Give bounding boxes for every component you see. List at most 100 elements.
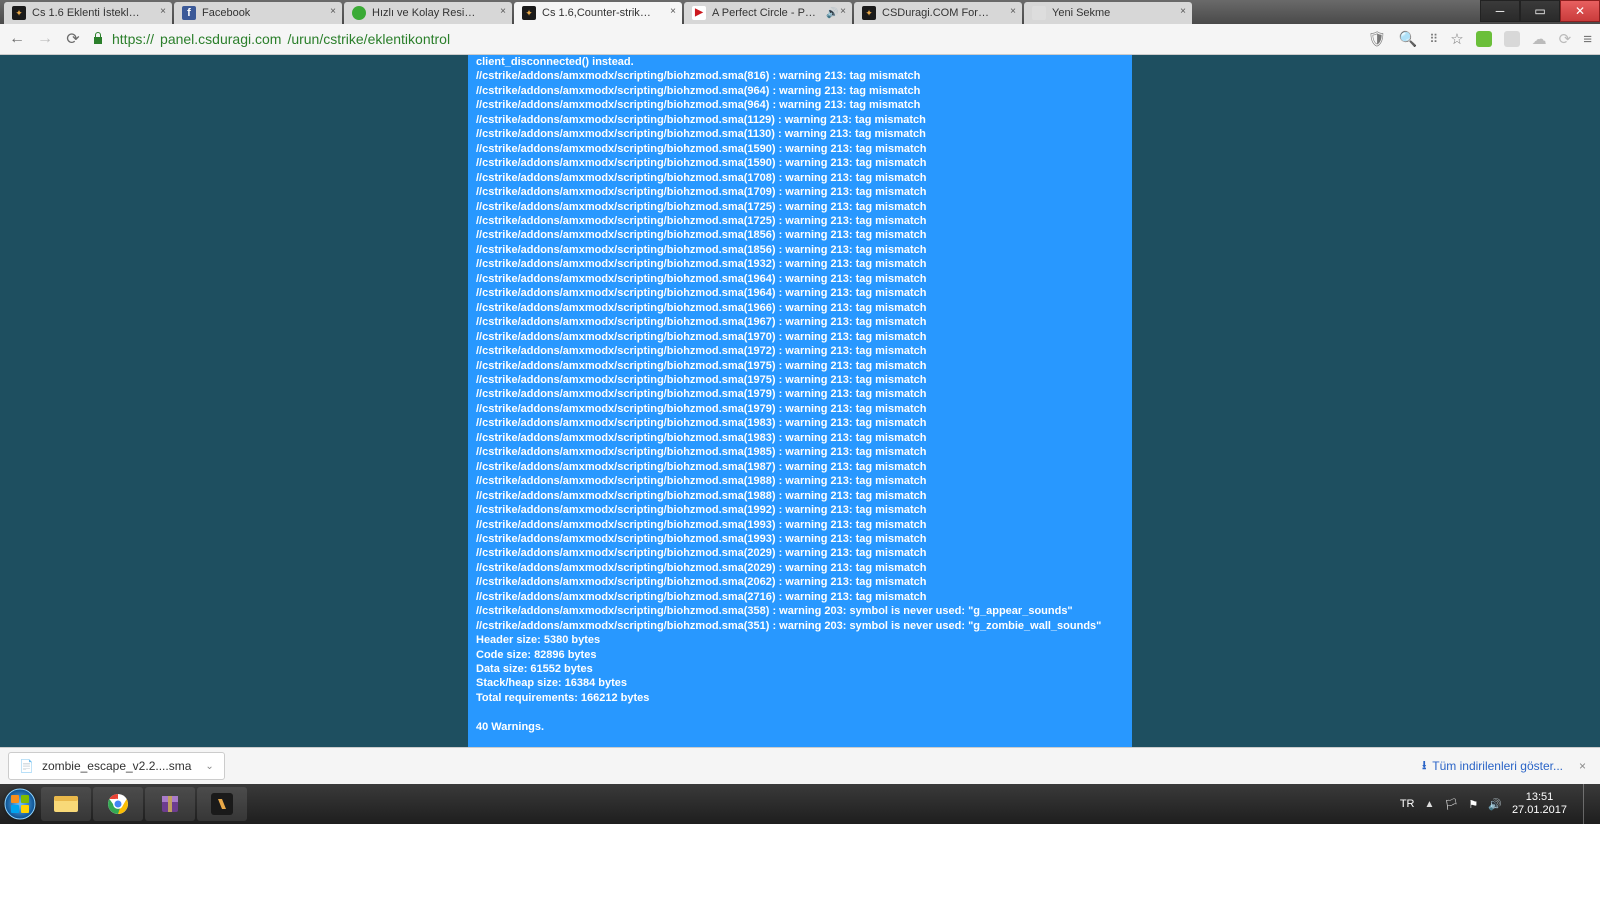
extension-generic-icon[interactable] bbox=[1504, 31, 1520, 47]
reload-button[interactable]: ⟳ bbox=[64, 29, 82, 49]
tab-close-button[interactable]: × bbox=[1180, 6, 1186, 17]
search-icon[interactable]: 🔍 bbox=[1399, 30, 1418, 48]
log-unused-line: //cstrike/addons/amxmodx/scripting/biohz… bbox=[476, 619, 1124, 633]
extension-idm-icon[interactable] bbox=[1476, 31, 1492, 47]
tray-volume-icon[interactable]: 🔊 bbox=[1488, 798, 1502, 811]
extension-cloud-icon[interactable]: ☁ bbox=[1532, 30, 1547, 48]
tray-language[interactable]: TR bbox=[1400, 798, 1415, 810]
log-warning-line: //cstrike/addons/amxmodx/scripting/biohz… bbox=[476, 445, 1124, 459]
log-size-line: Code size: 82896 bytes bbox=[476, 648, 1124, 662]
tab-close-button[interactable]: × bbox=[1010, 6, 1016, 17]
taskbar-chrome-icon[interactable] bbox=[93, 787, 143, 821]
lock-icon bbox=[92, 31, 106, 48]
tray-show-hidden-icon[interactable]: ▲ bbox=[1424, 799, 1434, 810]
window-maximize-button[interactable]: ▭ bbox=[1520, 0, 1560, 22]
tab-favicon: ✦ bbox=[522, 6, 536, 20]
log-warning-line: //cstrike/addons/amxmodx/scripting/biohz… bbox=[476, 257, 1124, 271]
log-warning-line: //cstrike/addons/amxmodx/scripting/biohz… bbox=[476, 98, 1124, 112]
tab-title: Yeni Sekme bbox=[1052, 7, 1110, 19]
star-icon[interactable]: ☆ bbox=[1450, 30, 1463, 48]
tab-title: A Perfect Circle - Passi bbox=[712, 7, 822, 19]
tray-flag-icon[interactable]: 🏳 bbox=[1444, 798, 1458, 811]
window-close-button[interactable]: ✕ bbox=[1560, 0, 1600, 22]
download-filename: zombie_escape_v2.2....sma bbox=[42, 759, 191, 773]
log-warning-line: //cstrike/addons/amxmodx/scripting/biohz… bbox=[476, 518, 1124, 532]
tab-favicon bbox=[352, 6, 366, 20]
log-warning-line: //cstrike/addons/amxmodx/scripting/biohz… bbox=[476, 301, 1124, 315]
log-warning-line: //cstrike/addons/amxmodx/scripting/biohz… bbox=[476, 460, 1124, 474]
log-warning-line: //cstrike/addons/amxmodx/scripting/biohz… bbox=[476, 416, 1124, 430]
browser-tab[interactable]: ✦ Cs 1.6,Counter-strike 1.6,C × bbox=[514, 2, 682, 24]
window-minimize-button[interactable]: ─ bbox=[1480, 0, 1520, 22]
browser-tab[interactable]: Yeni Sekme × bbox=[1024, 2, 1192, 24]
close-shelf-button[interactable]: × bbox=[1579, 759, 1586, 773]
tab-close-button[interactable]: × bbox=[160, 6, 166, 17]
log-unused-line: //cstrike/addons/amxmodx/scripting/biohz… bbox=[476, 604, 1124, 618]
log-warning-line: //cstrike/addons/amxmodx/scripting/biohz… bbox=[476, 330, 1124, 344]
browser-tabstrip: ✦Cs 1.6 Eklenti İstekleri - CS×fFacebook… bbox=[0, 0, 1600, 24]
taskbar-winrar-icon[interactable] bbox=[145, 787, 195, 821]
forward-button[interactable]: → bbox=[36, 30, 54, 48]
log-warning-line: //cstrike/addons/amxmodx/scripting/biohz… bbox=[476, 243, 1124, 257]
tab-title: Facebook bbox=[202, 7, 250, 19]
start-button[interactable] bbox=[0, 784, 40, 824]
tab-title: Cs 1.6,Counter-strike 1.6,C bbox=[542, 7, 652, 19]
tab-title: CSDuragi.COM Forum - Y bbox=[882, 7, 992, 19]
translate-icon[interactable]: ⠿ bbox=[1429, 32, 1438, 46]
back-button[interactable]: ← bbox=[8, 30, 26, 48]
downloads-shelf: 📄 zombie_escape_v2.2....sma ⌄ ⭳ Tüm indi… bbox=[0, 747, 1600, 784]
log-warning-line: //cstrike/addons/amxmodx/scripting/biohz… bbox=[476, 272, 1124, 286]
audio-icon: 🔊 bbox=[826, 8, 838, 19]
tab-favicon: ▶ bbox=[692, 6, 706, 20]
log-warning-line: //cstrike/addons/amxmodx/scripting/biohz… bbox=[476, 532, 1124, 546]
tab-title: Hızlı ve Kolay Resim Payla bbox=[372, 7, 482, 19]
url-path: /urun/cstrike/eklentikontrol bbox=[287, 31, 450, 47]
show-desktop-button[interactable] bbox=[1583, 784, 1594, 824]
tray-action-center-icon[interactable]: ⚑ bbox=[1468, 798, 1478, 811]
tab-close-button[interactable]: × bbox=[840, 6, 846, 17]
taskbar-explorer-icon[interactable] bbox=[41, 787, 91, 821]
tray-time: 13:51 bbox=[1512, 791, 1567, 804]
extension-refresh-icon[interactable]: ⟳ bbox=[1559, 30, 1572, 48]
log-warning-line: //cstrike/addons/amxmodx/scripting/biohz… bbox=[476, 113, 1124, 127]
address-bar[interactable]: https:// panel.csduragi.com/urun/cstrike/… bbox=[92, 31, 1358, 48]
log-size-line: Stack/heap size: 16384 bytes bbox=[476, 676, 1124, 690]
log-deprecation-line: client_disconnected() instead. bbox=[476, 55, 1124, 69]
browser-toolbar: ← → ⟳ https:// panel.csduragi.com/urun/cs… bbox=[0, 24, 1600, 55]
tray-clock[interactable]: 13:51 27.01.2017 bbox=[1512, 791, 1567, 817]
log-warning-line: //cstrike/addons/amxmodx/scripting/biohz… bbox=[476, 503, 1124, 517]
log-warning-line: //cstrike/addons/amxmodx/scripting/biohz… bbox=[476, 474, 1124, 488]
show-all-downloads-label: Tüm indirilenleri göster... bbox=[1432, 759, 1563, 773]
tab-close-button[interactable]: × bbox=[330, 6, 336, 17]
page-viewport: client_disconnected() instead. //cstrike/… bbox=[0, 55, 1600, 747]
browser-tab[interactable]: ▶ A Perfect Circle - Passi 🔊× bbox=[684, 2, 852, 24]
show-all-downloads-link[interactable]: ⭳ Tüm indirilenleri göster... × bbox=[1422, 756, 1586, 777]
menu-button[interactable]: ≡ bbox=[1583, 31, 1592, 48]
browser-tab[interactable]: ✦CSDuragi.COM Forum - Y× bbox=[854, 2, 1022, 24]
url-host: panel.csduragi.com bbox=[160, 31, 281, 47]
log-warning-line: //cstrike/addons/amxmodx/scripting/biohz… bbox=[476, 127, 1124, 141]
log-warning-line: //cstrike/addons/amxmodx/scripting/biohz… bbox=[476, 575, 1124, 589]
tab-favicon bbox=[1032, 6, 1046, 20]
log-warning-line: //cstrike/addons/amxmodx/scripting/biohz… bbox=[476, 171, 1124, 185]
system-tray: TR ▲ 🏳 ⚑ 🔊 13:51 27.01.2017 bbox=[1400, 784, 1594, 824]
browser-tab[interactable]: Hızlı ve Kolay Resim Payla × bbox=[344, 2, 512, 24]
log-warning-line: //cstrike/addons/amxmodx/scripting/biohz… bbox=[476, 315, 1124, 329]
log-warning-line: //cstrike/addons/amxmodx/scripting/biohz… bbox=[476, 489, 1124, 503]
download-item[interactable]: 📄 zombie_escape_v2.2....sma ⌄ bbox=[8, 752, 225, 780]
log-size-line: Header size: 5380 bytes bbox=[476, 633, 1124, 647]
shield-icon[interactable]: 🛡 bbox=[1368, 30, 1387, 48]
tray-date: 27.01.2017 bbox=[1512, 804, 1567, 817]
tab-close-button[interactable]: × bbox=[500, 6, 506, 17]
browser-tab[interactable]: fFacebook× bbox=[174, 2, 342, 24]
log-warning-line: //cstrike/addons/amxmodx/scripting/biohz… bbox=[476, 590, 1124, 604]
log-blank-line bbox=[476, 705, 1124, 719]
log-warning-line: //cstrike/addons/amxmodx/scripting/biohz… bbox=[476, 228, 1124, 242]
download-arrow-icon: ⭳ bbox=[1422, 756, 1426, 777]
tab-close-button[interactable]: × bbox=[670, 6, 676, 17]
url-scheme: https:// bbox=[112, 31, 154, 47]
browser-tab[interactable]: ✦ Cs 1.6 Eklenti İstekleri - CS × bbox=[4, 2, 172, 24]
taskbar-cs-icon[interactable] bbox=[197, 787, 247, 821]
tab-title: Cs 1.6 Eklenti İstekleri - CS bbox=[32, 7, 142, 19]
tab-favicon: ✦ bbox=[12, 6, 26, 20]
